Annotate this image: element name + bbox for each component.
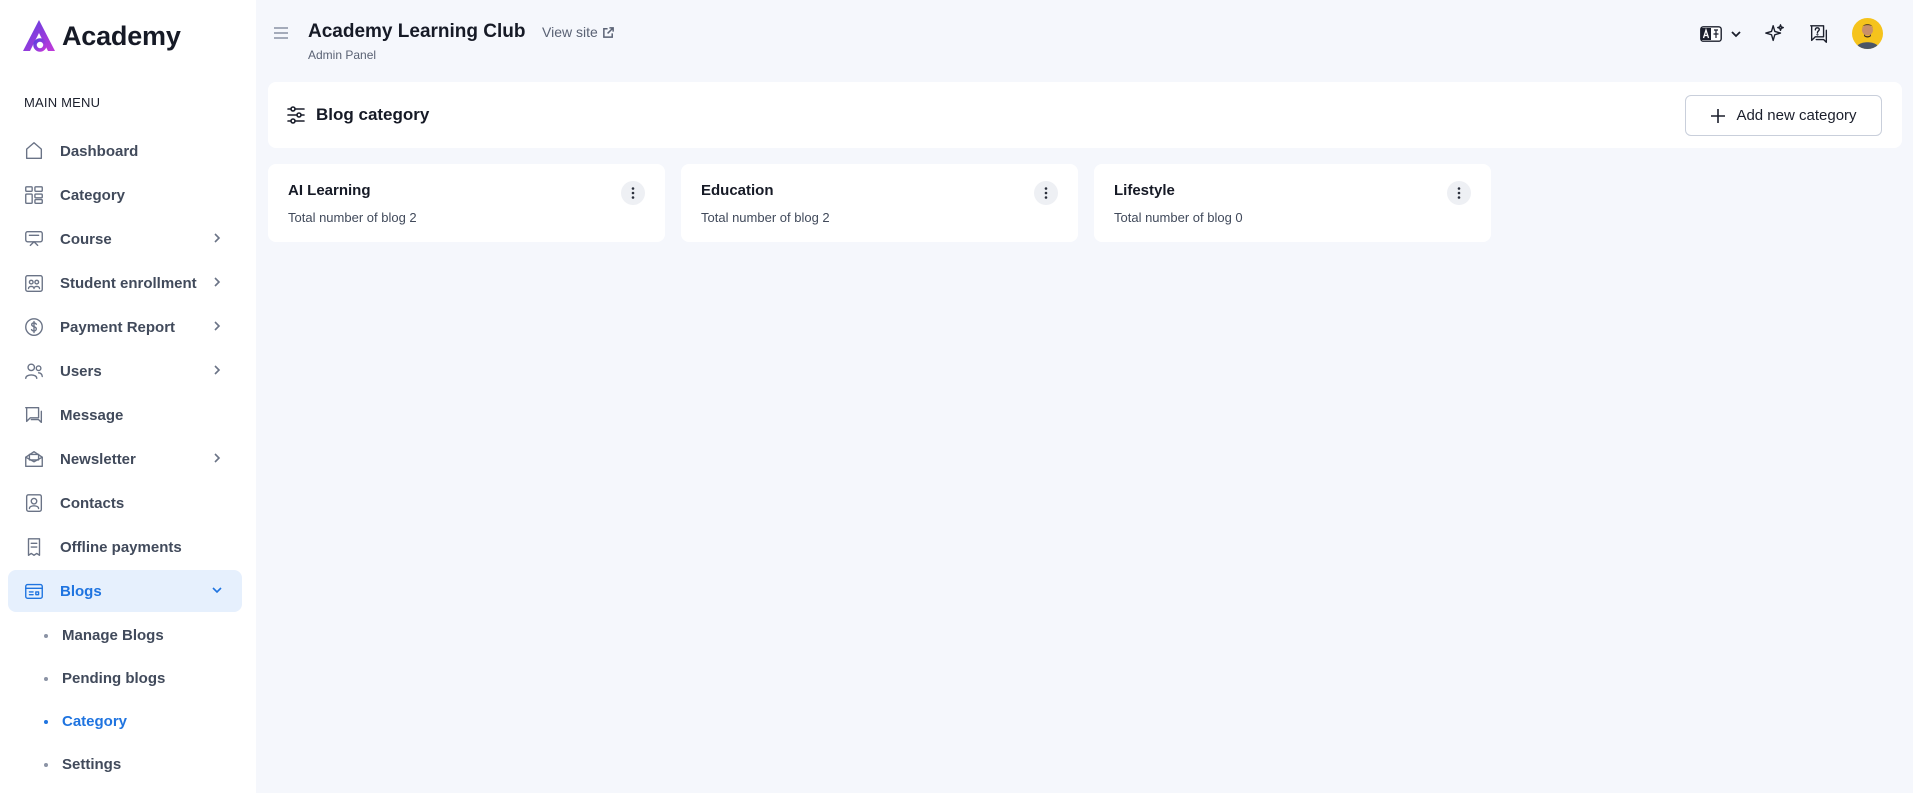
sidebar-item-label: Dashboard (60, 142, 139, 160)
category-card: AI Learning Total number of blog 2 (268, 164, 665, 242)
view-site-label: View site (542, 24, 598, 40)
help-button[interactable] (1808, 23, 1830, 45)
blogs-submenu: Manage Blogs Pending blogs Category Sett… (8, 614, 242, 786)
logo-text: Academy (62, 20, 181, 51)
users-icon (22, 359, 46, 383)
contacts-icon (22, 491, 46, 515)
chevron-down-icon (1731, 30, 1741, 37)
more-vertical-icon (1044, 187, 1048, 199)
user-avatar[interactable] (1852, 18, 1883, 49)
newsletter-icon (22, 447, 46, 471)
bullet-dot-icon (44, 762, 48, 767)
ai-sparkle-button[interactable] (1764, 23, 1786, 45)
message-icon (22, 403, 46, 427)
category-grid-icon (22, 183, 46, 207)
category-card-count: Total number of blog 2 (288, 210, 417, 225)
sidebar-item-category[interactable]: Category (8, 174, 242, 216)
chevron-down-icon (210, 583, 224, 597)
sidebar-item-label: Users (60, 362, 102, 380)
sidebar-item-message[interactable]: Message (8, 394, 242, 436)
card-options-button[interactable] (1447, 181, 1471, 205)
sidebar-item-label: Newsletter (60, 450, 136, 468)
header-actions (1700, 18, 1883, 49)
sidebar-item-label: Category (60, 186, 126, 204)
receipt-icon (22, 535, 46, 559)
sidebar-item-contacts[interactable]: Contacts (8, 482, 242, 524)
more-vertical-icon (631, 187, 635, 199)
sidebar-item-label: Contacts (60, 494, 125, 512)
category-card-count: Total number of blog 0 (1114, 210, 1243, 225)
add-new-category-label: Add new category (1736, 107, 1857, 124)
user-avatar-icon (1856, 24, 1879, 49)
chevron-right-icon (210, 363, 224, 377)
submenu-item-label: Manage Blogs (62, 627, 164, 644)
sidebar-item-label: Student enrollment (60, 274, 197, 292)
view-site-link[interactable]: View site (542, 24, 615, 40)
bullet-dot-icon (44, 676, 48, 681)
category-card: Education Total number of blog 2 (681, 164, 1078, 242)
category-card-title: AI Learning (288, 182, 371, 199)
submenu-item-manage-blogs[interactable]: Manage Blogs (8, 614, 242, 657)
add-new-category-button[interactable]: Add new category (1685, 95, 1882, 136)
card-options-button[interactable] (621, 181, 645, 205)
sidebar-item-newsletter[interactable]: Newsletter (8, 438, 242, 480)
sparkle-icon (1765, 23, 1784, 41)
sidebar-item-course[interactable]: Course (8, 218, 242, 260)
main-menu: Dashboard Category Course Student enroll… (8, 130, 242, 786)
students-icon (22, 271, 46, 295)
filter-sliders-icon (286, 105, 306, 125)
chevron-right-icon (210, 319, 224, 333)
bullet-dot-icon (44, 633, 48, 638)
hamburger-menu-icon[interactable] (272, 24, 290, 42)
home-icon (22, 139, 46, 163)
chevron-right-icon (210, 451, 224, 465)
sidebar-item-label: Offline payments (60, 538, 182, 556)
submenu-item-label: Pending blogs (62, 670, 166, 687)
card-options-button[interactable] (1034, 181, 1058, 205)
site-subtitle: Admin Panel (308, 48, 377, 62)
category-card: Lifestyle Total number of blog 0 (1094, 164, 1491, 242)
course-board-icon (22, 227, 46, 251)
sidebar: Academy MAIN MENU Dashboard Category Cou… (0, 0, 256, 793)
sidebar-item-offline-payments[interactable]: Offline payments (8, 526, 242, 568)
help-chat-icon (1810, 24, 1828, 43)
sidebar-item-users[interactable]: Users (8, 350, 242, 392)
submenu-item-settings[interactable]: Settings (8, 743, 242, 786)
blog-icon (22, 579, 46, 603)
sidebar-item-label: Course (60, 230, 112, 248)
sidebar-item-label: Payment Report (60, 318, 176, 336)
category-card-count: Total number of blog 2 (701, 210, 830, 225)
site-title: Academy Learning Club (308, 21, 526, 42)
language-selector[interactable] (1700, 25, 1742, 42)
category-card-title: Lifestyle (1114, 182, 1175, 199)
submenu-item-label: Category (62, 713, 128, 730)
dollar-icon (22, 315, 46, 339)
sidebar-item-label: Blogs (60, 582, 102, 600)
page-header-bar: Blog category Add new category (268, 82, 1902, 148)
submenu-item-pending-blogs[interactable]: Pending blogs (8, 657, 242, 700)
language-icon (1700, 25, 1722, 42)
more-vertical-icon (1457, 187, 1461, 199)
plus-icon (1711, 108, 1726, 123)
sidebar-item-dashboard[interactable]: Dashboard (8, 130, 242, 172)
sidebar-item-payment-report[interactable]: Payment Report (8, 306, 242, 348)
chevron-right-icon (210, 231, 224, 245)
external-link-icon (602, 26, 614, 38)
bullet-dot-icon (44, 719, 48, 724)
page-title: Blog category (316, 105, 430, 124)
submenu-item-category[interactable]: Category (8, 700, 242, 743)
main-menu-heading: MAIN MENU (24, 95, 101, 110)
sidebar-item-label: Message (60, 406, 124, 424)
category-card-list: AI Learning Total number of blog 2 Educa… (268, 164, 1507, 242)
academy-logo-icon (23, 20, 55, 52)
sidebar-item-blogs[interactable]: Blogs (8, 570, 242, 612)
category-card-title: Education (701, 182, 774, 199)
app-logo[interactable]: Academy (20, 17, 181, 55)
submenu-item-label: Settings (62, 756, 122, 773)
chevron-right-icon (210, 275, 224, 289)
sidebar-item-student-enrollment[interactable]: Student enrollment (8, 262, 242, 304)
